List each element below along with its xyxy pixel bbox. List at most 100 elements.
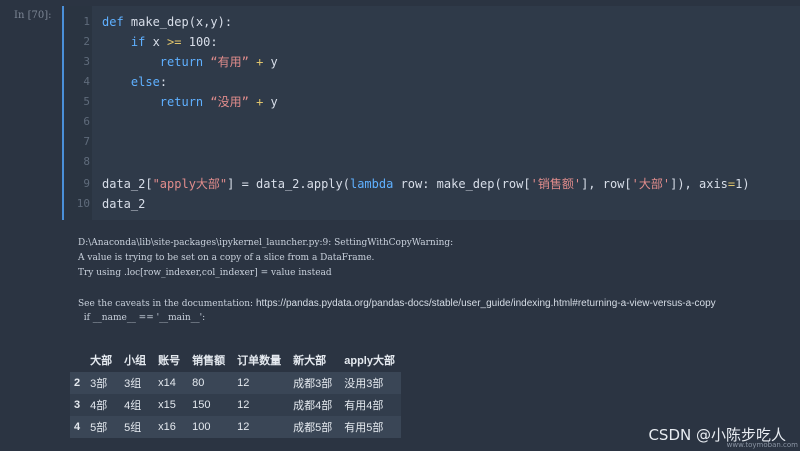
code-token: '大部' — [631, 177, 671, 191]
code-token: >= — [167, 35, 182, 49]
caveat-line: See the caveats in the documentation: ht… — [78, 296, 716, 311]
table-cell: 4组 — [124, 400, 142, 412]
table-cell: 12 — [237, 421, 250, 433]
code-line[interactable]: 8 — [64, 152, 800, 172]
table-cell: 成都3部 — [293, 378, 333, 390]
code-token: lambda — [349, 177, 401, 191]
code-token: : — [159, 75, 168, 89]
column-header: 销售额 — [192, 355, 226, 367]
line-number: 1 — [83, 15, 90, 28]
code-token: 100: — [181, 35, 218, 49]
code-text: if x >= 100: — [102, 32, 218, 52]
code-token: make_dep(x,y): — [130, 15, 233, 29]
code-token: data_2 — [102, 197, 146, 211]
code-line[interactable]: 7 — [64, 132, 800, 152]
warning-line: A value is trying to be set on a copy of… — [78, 253, 375, 263]
code-token: row: make_dep(row[ — [400, 177, 531, 191]
table-row: 4 5部 5组 x16 100 12 成都5部 有用5部 — [70, 416, 401, 438]
column-header: 大部 — [90, 355, 113, 367]
line-number: 6 — [83, 115, 90, 128]
line-number: 3 — [83, 55, 90, 68]
code-line[interactable]: 2 if x >= 100: — [64, 32, 800, 52]
column-header: apply大部 — [344, 355, 395, 367]
code-text: def make_dep(x,y): — [102, 12, 232, 32]
warning-line: D:\Anaconda\lib\site-packages\ipykernel_… — [78, 238, 454, 248]
table-cell: 成都4部 — [293, 400, 333, 412]
table-cell: x14 — [158, 377, 176, 389]
table-cell: 有用4部 — [344, 400, 384, 412]
table-cell: x15 — [158, 399, 176, 411]
code-token: '销售额' — [530, 177, 582, 191]
code-token: “有用” — [210, 55, 249, 69]
row-index: 3 — [74, 399, 81, 411]
main-guard-line: if __name__ == '__main__': — [78, 313, 206, 323]
caveat-url: https://pandas.pydata.org/pandas-docs/st… — [255, 298, 716, 309]
table-row: 3 4部 4组 x15 150 12 成都4部 有用4部 — [70, 394, 401, 416]
code-text: return “没用” + y — [102, 92, 278, 112]
column-header: 小组 — [124, 355, 147, 367]
column-header: 新大部 — [293, 355, 327, 367]
table-cell: 4部 — [90, 400, 108, 412]
code-token: return — [159, 95, 211, 109]
code-text: else: — [102, 72, 167, 92]
code-line[interactable]: 1 def make_dep(x,y): — [64, 12, 800, 32]
index-header — [70, 348, 84, 372]
site-watermark: www.toymoban.com — [726, 441, 798, 449]
table-cell: 80 — [192, 377, 205, 389]
code-line[interactable]: 5 return “没用” + y — [64, 92, 800, 112]
table-cell: 没用3部 — [344, 378, 384, 390]
code-line[interactable]: 10 data_2 — [64, 194, 800, 214]
line-number: 9 — [83, 177, 90, 190]
code-token: y — [263, 55, 278, 69]
warning-line: Try using .loc[row_indexer,col_indexer] … — [78, 268, 332, 278]
code-text: return “有用” + y — [102, 52, 278, 72]
table-cell: 3组 — [124, 378, 142, 390]
code-line[interactable]: 3 return “有用” + y — [64, 52, 800, 72]
code-token: ]), axis — [670, 177, 728, 191]
table-cell: 成都5部 — [293, 422, 333, 434]
table-cell: 有用5部 — [344, 422, 384, 434]
line-number: 10 — [76, 197, 90, 210]
code-token: ] = data_2.apply( — [227, 177, 350, 191]
table-cell: 150 — [192, 399, 211, 411]
code-token: return — [159, 55, 211, 69]
code-token: if — [130, 35, 153, 49]
code-token: x — [152, 35, 168, 49]
table-cell: 5部 — [90, 422, 108, 434]
cell-prompt: In [70]: — [14, 10, 52, 21]
code-line[interactable]: 4 else: — [64, 72, 800, 92]
code-token: def — [102, 15, 131, 29]
line-number: 5 — [83, 95, 90, 108]
code-token: "apply大部" — [152, 177, 228, 191]
code-text: data_2 — [102, 194, 145, 214]
code-token: ], row[ — [581, 177, 632, 191]
column-header: 订单数量 — [237, 355, 282, 367]
row-index: 2 — [74, 377, 81, 389]
caveat-prefix: See the caveats in the documentation: — [78, 299, 256, 309]
code-line[interactable]: 9 data_2["apply大部"] = data_2.apply(lambda… — [64, 174, 800, 194]
table-cell: 12 — [237, 377, 250, 389]
table-cell: 100 — [192, 421, 211, 433]
dataframe-table: 大部 小组 账号 销售额 订单数量 新大部 apply大部 2 3部 3组 x1… — [70, 348, 401, 438]
line-number: 8 — [83, 155, 90, 168]
table-header-row: 大部 小组 账号 销售额 订单数量 新大部 apply大部 — [70, 348, 401, 372]
code-editor[interactable]: 1 def make_dep(x,y): 2 if x >= 100: 3 retur… — [64, 6, 800, 220]
code-token: 1) — [735, 177, 750, 191]
code-token: data_2[ — [102, 177, 153, 191]
line-number: 4 — [83, 75, 90, 88]
line-number: 2 — [83, 35, 90, 48]
column-header: 账号 — [158, 355, 181, 367]
code-token: else — [130, 75, 160, 89]
cell-output: D:\Anaconda\lib\site-packages\ipykernel_… — [78, 236, 716, 326]
code-text: data_2["apply大部"] = data_2.apply(lambda … — [102, 174, 750, 194]
code-line[interactable]: 6 — [64, 112, 800, 132]
line-number: 7 — [83, 135, 90, 148]
table-cell: 12 — [237, 399, 250, 411]
table-row: 2 3部 3组 x14 80 12 成都3部 没用3部 — [70, 372, 401, 394]
table-cell: x16 — [158, 421, 176, 433]
